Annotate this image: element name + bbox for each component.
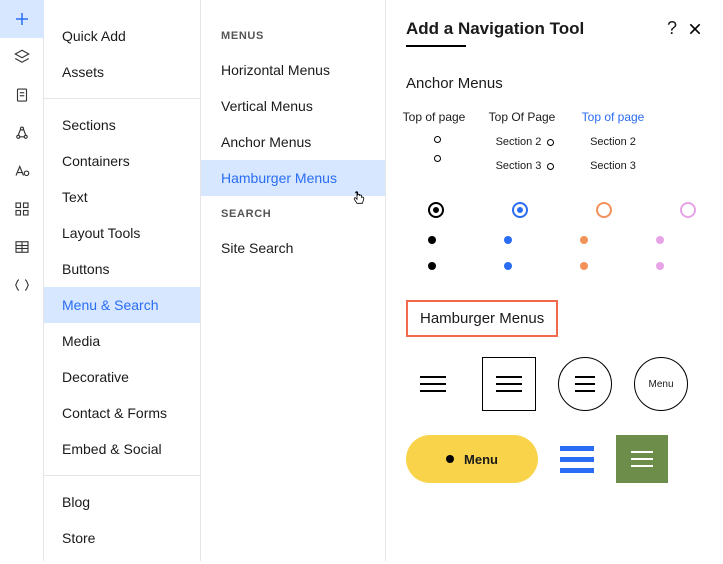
hamburger-boxed[interactable] — [482, 357, 536, 411]
anchor-menus-grid: Top of page Top Of Page Section 2 Sectio… — [406, 110, 703, 172]
submenu-item-site-search[interactable]: Site Search — [201, 230, 385, 266]
anchor-dot-blue[interactable] — [504, 236, 512, 244]
anchor-preview-1[interactable]: Top of page — [406, 110, 468, 172]
sidebar1-item-containers[interactable]: Containers — [44, 143, 200, 179]
webhook-icon[interactable] — [0, 114, 44, 152]
main-panel: Add a Navigation Tool ? Anchor Menus Top… — [386, 0, 723, 561]
anchor-preview-3[interactable]: Top of page Section 2 Section 3 — [582, 110, 644, 172]
main-header: Add a Navigation Tool ? — [406, 18, 703, 39]
page-title: Add a Navigation Tool — [406, 19, 584, 39]
anchor-top-label: Top of page — [403, 110, 466, 124]
hamburger-menu-text: Menu — [648, 379, 673, 390]
anchor-section-label: Section 2 — [590, 136, 636, 148]
sidebar1-item-sections[interactable]: Sections — [44, 107, 200, 143]
grid-icon[interactable] — [0, 190, 44, 228]
submenu-item-horizontal-menus[interactable]: Horizontal Menus — [201, 52, 385, 88]
sidebar1-item-assets[interactable]: Assets — [44, 54, 200, 90]
sidebar-submenu: MENUS Horizontal Menus Vertical Menus An… — [201, 0, 386, 561]
layers-icon[interactable] — [0, 38, 44, 76]
hamburger-blue-bars[interactable] — [560, 446, 594, 473]
anchor-style-orange-ring[interactable] — [596, 202, 612, 218]
hamburger-pill-yellow[interactable]: Menu — [406, 435, 538, 483]
pill-dot-icon — [446, 455, 454, 463]
anchor-section-label: Section 2 — [496, 136, 542, 148]
anchor-dot-pink-2[interactable] — [656, 262, 664, 270]
code-icon[interactable] — [0, 266, 44, 304]
hamburger-grid-row2: Menu — [406, 435, 703, 483]
submenu-heading-menus: MENUS — [201, 18, 385, 52]
anchor-color-options — [406, 202, 703, 270]
sidebar1-item-media[interactable]: Media — [44, 323, 200, 359]
anchor-style-pink-ring[interactable] — [680, 202, 696, 218]
sidebar1-item-decorative[interactable]: Decorative — [44, 359, 200, 395]
submenu-item-anchor-menus[interactable]: Anchor Menus — [201, 124, 385, 160]
submenu-item-vertical-menus[interactable]: Vertical Menus — [201, 88, 385, 124]
plus-icon[interactable] — [0, 0, 44, 38]
sidebar1-group-2: Blog Store — [44, 476, 200, 564]
pill-label: Menu — [464, 452, 498, 467]
icon-rail — [0, 0, 44, 561]
anchor-dot-orange[interactable] — [580, 236, 588, 244]
anchor-dot-black-2[interactable] — [428, 262, 436, 270]
page-icon[interactable] — [0, 76, 44, 114]
anchor-dot-pink[interactable] — [656, 236, 664, 244]
hamburger-circle-text[interactable]: Menu — [634, 357, 688, 411]
submenu-item-label: Hamburger Menus — [221, 170, 337, 186]
anchor-section-label: Section 3 — [496, 160, 542, 172]
hamburger-grid-row1: Menu — [406, 357, 703, 411]
close-icon[interactable] — [687, 21, 703, 37]
sidebar1-item-quick-add[interactable]: Quick Add — [44, 18, 200, 54]
sidebar1-item-layout-tools[interactable]: Layout Tools — [44, 215, 200, 251]
anchor-style-blue-ring[interactable] — [512, 202, 528, 218]
anchor-dot-black[interactable] — [428, 236, 436, 244]
anchor-preview-2[interactable]: Top Of Page Section 2 Section 3 — [494, 110, 556, 172]
hamburger-plain[interactable] — [406, 357, 460, 411]
sidebar1-item-menu-search[interactable]: Menu & Search — [44, 287, 200, 323]
hamburger-green-tile[interactable] — [616, 435, 668, 483]
typography-icon[interactable] — [0, 152, 44, 190]
anchor-menus-heading: Anchor Menus — [406, 75, 703, 92]
anchor-dot-orange-2[interactable] — [580, 262, 588, 270]
sidebar-categories: Quick Add Assets Sections Containers Tex… — [44, 0, 201, 561]
sidebar1-item-contact-forms[interactable]: Contact & Forms — [44, 395, 200, 431]
anchor-top-label: Top Of Page — [489, 110, 556, 124]
help-icon[interactable]: ? — [667, 18, 677, 39]
sidebar1-item-store[interactable]: Store — [44, 520, 200, 556]
sidebar1-item-blog[interactable]: Blog — [44, 484, 200, 520]
sidebar1-group-1: Sections Containers Text Layout Tools Bu… — [44, 99, 200, 476]
sidebar1-item-buttons[interactable]: Buttons — [44, 251, 200, 287]
anchor-section-label: Section 3 — [590, 160, 636, 172]
anchor-style-black-ring[interactable] — [428, 202, 444, 218]
sidebar1-item-text[interactable]: Text — [44, 179, 200, 215]
hamburger-menus-heading: Hamburger Menus — [406, 300, 558, 337]
anchor-top-label: Top of page — [582, 110, 645, 124]
tab-underline — [406, 45, 466, 47]
submenu-heading-search: SEARCH — [201, 196, 385, 230]
hamburger-circle-bars[interactable] — [558, 357, 612, 411]
anchor-dot-blue-2[interactable] — [504, 262, 512, 270]
sidebar1-item-embed-social[interactable]: Embed & Social — [44, 431, 200, 467]
sidebar1-group-0: Quick Add Assets — [44, 10, 200, 99]
table-icon[interactable] — [0, 228, 44, 266]
submenu-item-hamburger-menus[interactable]: Hamburger Menus — [201, 160, 385, 196]
